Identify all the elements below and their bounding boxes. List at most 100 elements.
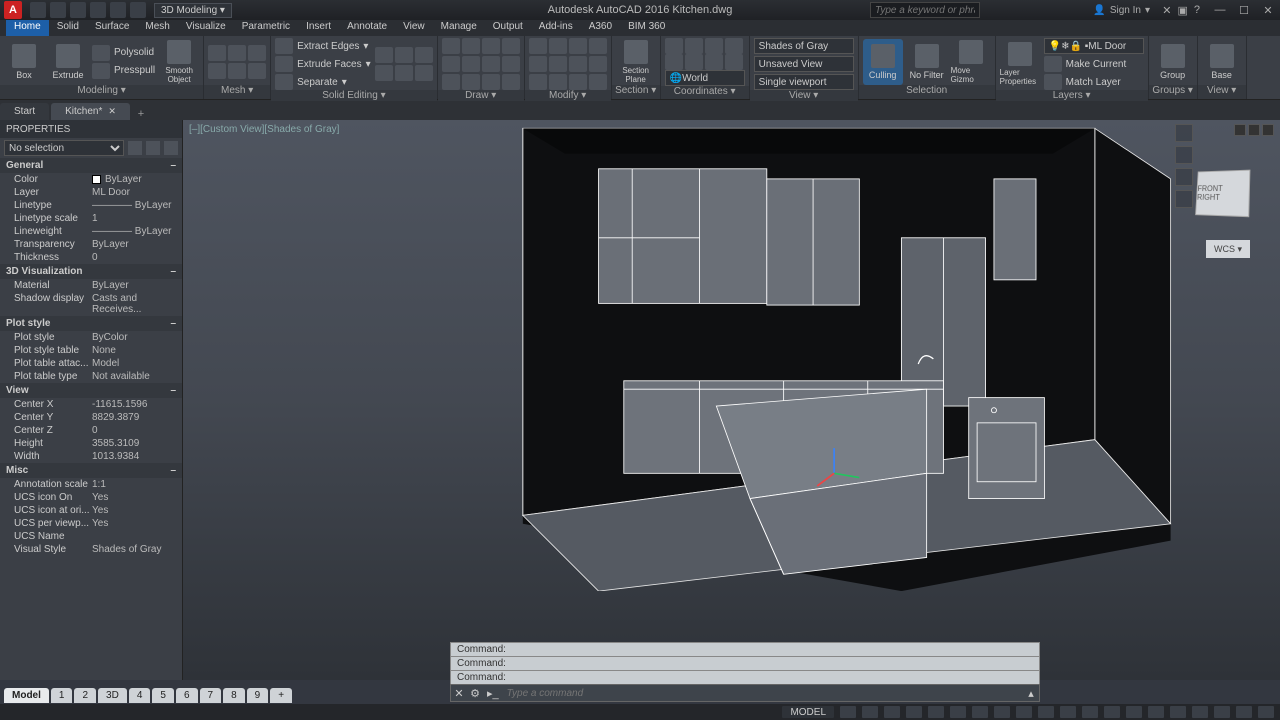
- draw-tool-icon[interactable]: [482, 38, 500, 54]
- qat-print-icon[interactable]: [130, 2, 146, 18]
- qat-save-icon[interactable]: [70, 2, 86, 18]
- prop-row[interactable]: Plot styleByColor: [0, 331, 182, 344]
- modify-tool-icon[interactable]: [549, 56, 567, 72]
- smooth-button[interactable]: Smooth Object: [159, 39, 199, 85]
- select-objects-icon[interactable]: [146, 141, 160, 155]
- coord-tool-icon[interactable]: [685, 38, 703, 54]
- visual-style-dropdown[interactable]: Shades of Gray: [754, 38, 854, 54]
- a360-icon[interactable]: ▣: [1177, 4, 1187, 17]
- world-dropdown[interactable]: 🌐 World: [665, 70, 745, 86]
- nofilter-button[interactable]: No Filter: [907, 39, 947, 85]
- solid-tool-icon[interactable]: [395, 65, 413, 81]
- separate-icon[interactable]: [275, 74, 293, 90]
- status-transparency-icon[interactable]: [1038, 706, 1054, 718]
- prop-value[interactable]: 0: [92, 425, 176, 436]
- prop-row[interactable]: Plot style tableNone: [0, 344, 182, 357]
- tab-view[interactable]: View: [395, 20, 433, 36]
- prop-row[interactable]: Visual StyleShades of Gray: [0, 543, 182, 556]
- prop-value[interactable]: 3585.3109: [92, 438, 176, 449]
- modify-tool-icon[interactable]: [529, 38, 547, 54]
- tab-insert[interactable]: Insert: [298, 20, 339, 36]
- box-button[interactable]: Box: [4, 39, 44, 85]
- status-lineweight-icon[interactable]: [1016, 706, 1032, 718]
- layout-tab[interactable]: 3D: [98, 688, 127, 703]
- layout-tab[interactable]: 8: [223, 688, 245, 703]
- status-dyninput-icon[interactable]: [994, 706, 1010, 718]
- prop-row[interactable]: ColorByLayer: [0, 173, 182, 186]
- maximize-button[interactable]: ☐: [1232, 0, 1256, 20]
- tab-visualize[interactable]: Visualize: [178, 20, 234, 36]
- prop-row[interactable]: UCS Name: [0, 530, 182, 543]
- match-layer-icon[interactable]: [1044, 74, 1062, 90]
- draw-tool-icon[interactable]: [442, 74, 460, 90]
- prop-value[interactable]: ML Door: [92, 187, 176, 198]
- coord-tool-icon[interactable]: [665, 38, 683, 54]
- command-input[interactable]: [503, 688, 1023, 699]
- culling-button[interactable]: Culling: [863, 39, 903, 85]
- mesh-tool-icon[interactable]: [208, 45, 226, 61]
- status-units-icon[interactable]: [1148, 706, 1164, 718]
- prop-value[interactable]: ByLayer: [92, 280, 176, 291]
- status-cycling-icon[interactable]: [1060, 706, 1076, 718]
- prop-value[interactable]: 0: [92, 252, 176, 263]
- coord-tool-icon[interactable]: [705, 38, 723, 54]
- status-annotation-icon[interactable]: [1126, 706, 1142, 718]
- prop-value[interactable]: Yes: [92, 518, 176, 529]
- prop-value[interactable]: Yes: [92, 505, 176, 516]
- extract-edges-icon[interactable]: [275, 38, 293, 54]
- prop-row[interactable]: UCS per viewp...Yes: [0, 517, 182, 530]
- layer-props-button[interactable]: Layer Properties: [1000, 41, 1040, 87]
- exchange-icon[interactable]: ✕: [1162, 4, 1171, 17]
- mesh-tool-icon[interactable]: [208, 63, 226, 79]
- search-input[interactable]: [870, 2, 980, 18]
- tab-bim360[interactable]: BIM 360: [620, 20, 673, 36]
- base-button[interactable]: Base: [1202, 39, 1242, 85]
- status-otrack-icon[interactable]: [972, 706, 988, 718]
- modify-tool-icon[interactable]: [549, 74, 567, 90]
- toggle-pickadd-icon[interactable]: [164, 141, 178, 155]
- help-icon[interactable]: ?: [1194, 4, 1200, 17]
- prop-row[interactable]: Thickness0: [0, 251, 182, 264]
- status-isolate-icon[interactable]: [1192, 706, 1208, 718]
- named-view-dropdown[interactable]: Unsaved View: [754, 56, 854, 72]
- draw-tool-icon[interactable]: [462, 56, 480, 72]
- coord-tool-icon[interactable]: [665, 54, 683, 70]
- prop-value[interactable]: ByLayer: [92, 239, 176, 250]
- panel-title-selection[interactable]: Selection: [859, 85, 995, 99]
- layout-tab-add[interactable]: +: [270, 688, 292, 703]
- prop-value[interactable]: Not available: [92, 371, 176, 382]
- panel-title-section[interactable]: Section ▾: [612, 85, 660, 99]
- layout-tab[interactable]: 2: [74, 688, 96, 703]
- mesh-tool-icon[interactable]: [228, 63, 246, 79]
- prop-row[interactable]: Annotation scale1:1: [0, 478, 182, 491]
- qat-undo-icon[interactable]: [90, 2, 106, 18]
- status-cleanscreen-icon[interactable]: [1236, 706, 1252, 718]
- prop-section-header[interactable]: Misc–: [0, 463, 182, 478]
- prop-row[interactable]: LayerML Door: [0, 186, 182, 199]
- solid-tool-icon[interactable]: [415, 65, 433, 81]
- tab-close-icon[interactable]: ✕: [108, 106, 116, 116]
- draw-tool-icon[interactable]: [462, 74, 480, 90]
- status-polar-icon[interactable]: [906, 706, 922, 718]
- panel-title-viewbase[interactable]: View ▾: [1198, 85, 1246, 99]
- tab-output[interactable]: Output: [485, 20, 531, 36]
- panel-title-modeling[interactable]: Modeling ▾: [0, 85, 203, 99]
- prop-row[interactable]: Linetype———— ByLayer: [0, 199, 182, 212]
- draw-tool-icon[interactable]: [502, 38, 520, 54]
- panel-title-draw[interactable]: Draw ▾: [438, 90, 524, 101]
- panel-title-groups[interactable]: Groups ▾: [1149, 85, 1197, 99]
- properties-header[interactable]: PROPERTIES: [0, 120, 182, 138]
- prop-row[interactable]: Plot table typeNot available: [0, 370, 182, 383]
- prop-row[interactable]: Center Z0: [0, 424, 182, 437]
- tab-mesh[interactable]: Mesh: [137, 20, 177, 36]
- add-tab-button[interactable]: +: [132, 108, 150, 120]
- prop-value[interactable]: Yes: [92, 492, 176, 503]
- app-logo[interactable]: A: [4, 1, 22, 19]
- status-model-button[interactable]: MODEL: [782, 706, 834, 718]
- viewport-dropdown[interactable]: Single viewport: [754, 74, 854, 90]
- status-annoscale-icon[interactable]: [1082, 706, 1098, 718]
- prop-row[interactable]: UCS icon OnYes: [0, 491, 182, 504]
- selection-dropdown[interactable]: No selection: [4, 140, 124, 156]
- qat-open-icon[interactable]: [50, 2, 66, 18]
- status-3dosnap-icon[interactable]: [950, 706, 966, 718]
